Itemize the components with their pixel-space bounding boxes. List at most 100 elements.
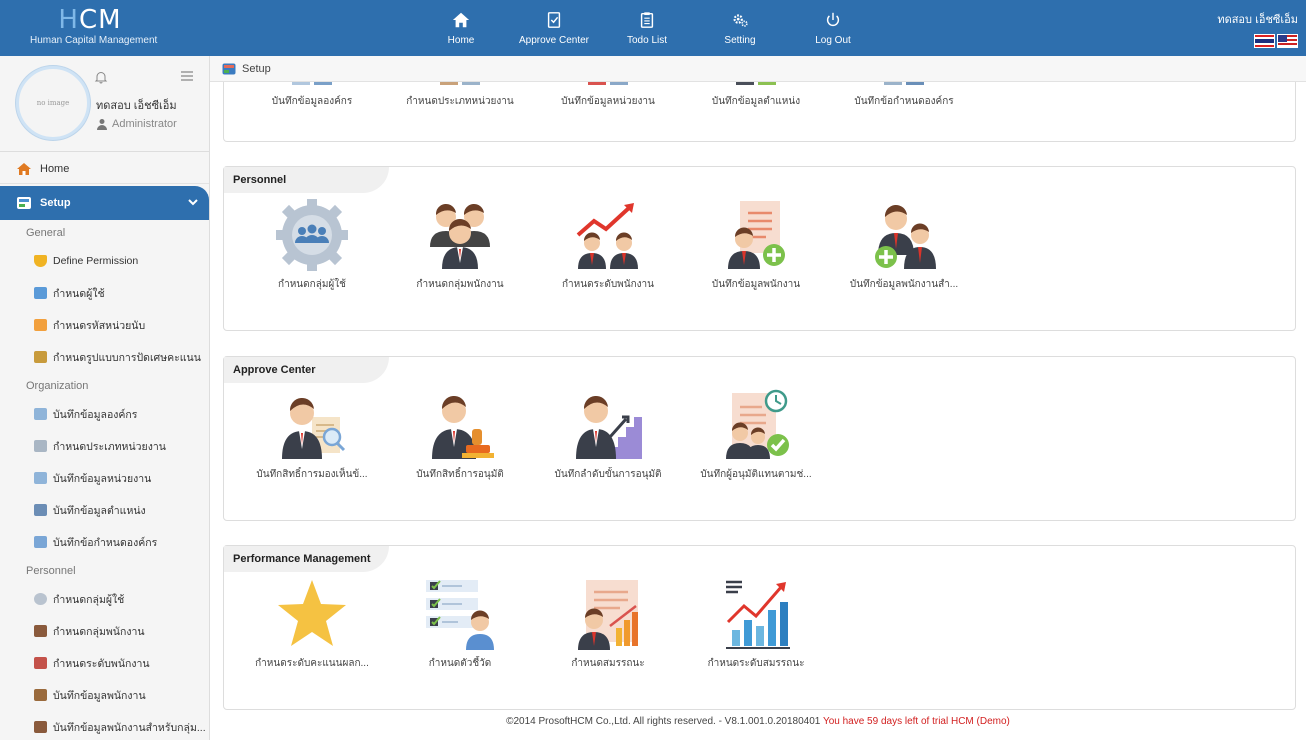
nav-home[interactable]: Home bbox=[430, 0, 492, 56]
sidebar-item-employee-group-info[interactable]: บันทึกข้อมูลพนักงานสำหรับกลุ่ม... bbox=[0, 711, 209, 740]
tile-org-info[interactable]: บันทึกข้อมูลองค์กร bbox=[238, 82, 386, 109]
language-switch bbox=[1217, 34, 1298, 48]
sidebar-item-home[interactable]: Home bbox=[0, 154, 209, 184]
sidebar-item-define-user[interactable]: กำหนดผู้ใช้ bbox=[0, 277, 209, 309]
brand-subtitle: Human Capital Management bbox=[30, 35, 158, 46]
sidebar-group-personnel: Personnel bbox=[26, 565, 76, 577]
sidebar-item-label: บันทึกข้อมูลหน่วยงาน bbox=[53, 472, 152, 485]
nav-log-out-label: Log Out bbox=[815, 34, 851, 46]
brand[interactable]: HCM Human Capital Management bbox=[30, 6, 170, 46]
tile-dept-type[interactable]: กำหนดประเภทหน่วยงาน bbox=[386, 82, 534, 109]
stamp-icon bbox=[432, 395, 494, 459]
tile-competency-level[interactable]: กำหนดระดับสมรรถนะ bbox=[682, 576, 830, 676]
sidebar-item-employee-group[interactable]: กำหนดกลุ่มพนักงาน bbox=[0, 615, 209, 647]
tile-visibility-rights[interactable]: บันทึกสิทธิ์การมองเห็นข้... bbox=[238, 387, 386, 487]
personnel-tiles: กำหนดกลุ่มผู้ใช้ กำหนดกลุ่มพนักงาน กำหนด… bbox=[238, 197, 978, 297]
people-group-icon bbox=[430, 203, 490, 269]
add-employee-icon bbox=[728, 201, 785, 269]
setup-icon bbox=[17, 197, 31, 209]
sidebar-item-rounding[interactable]: กำหนดรูปแบบการปัดเศษคะแนน bbox=[0, 341, 209, 373]
competency-chart-icon bbox=[578, 580, 638, 650]
tile-dept-info[interactable]: บันทึกข้อมูลหน่วยงาน bbox=[534, 82, 682, 109]
sidebar-item-label: กำหนดประเภทหน่วยงาน bbox=[53, 440, 166, 453]
sidebar-item-user-group[interactable]: กำหนดกลุ่มผู้ใช้ bbox=[0, 583, 209, 615]
nav-approve-center[interactable]: Approve Center bbox=[492, 0, 616, 56]
user-menu[interactable]: ทดสอบ เอ็ชซีเอ็ม bbox=[1217, 10, 1298, 48]
sidebar-home-label: Home bbox=[40, 162, 70, 175]
gear-icon bbox=[34, 593, 47, 605]
tile-performance-score[interactable]: กำหนดระดับคะแนนผลก... bbox=[238, 576, 386, 676]
tile-icon-cut bbox=[866, 82, 942, 86]
tile-label: กำหนดระดับคะแนนผลก... bbox=[255, 658, 369, 669]
footer-trial-notice: You have 59 days left of trial HCM (Demo… bbox=[822, 716, 1010, 727]
add-people-icon bbox=[34, 721, 47, 733]
sidebar-item-label: บันทึกข้อมูลตำแหน่ง bbox=[53, 504, 146, 517]
building-icon bbox=[34, 408, 47, 420]
thai-flag-icon[interactable] bbox=[1254, 34, 1275, 48]
building-icon bbox=[34, 472, 47, 484]
tile-employee-level[interactable]: กำหนดระดับพนักงาน bbox=[534, 197, 682, 297]
sidebar-item-org-rules[interactable]: บันทึกข้อกำหนดองค์กร bbox=[0, 526, 209, 558]
sidebar-item-dept-info[interactable]: บันทึกข้อมูลหน่วยงาน bbox=[0, 462, 209, 494]
sidebar-item-unit-code[interactable]: กำหนดรหัสหน่วยนับ bbox=[0, 309, 209, 341]
nav-setting-label: Setting bbox=[724, 34, 756, 46]
nav-log-out[interactable]: Log Out bbox=[802, 0, 864, 56]
home-icon bbox=[17, 162, 31, 175]
performance-tiles: กำหนดระดับคะแนนผลก... กำหนดตัวชี้วัด กำห… bbox=[238, 576, 830, 676]
sidebar-item-employee-level[interactable]: กำหนดระดับพนักงาน bbox=[0, 647, 209, 679]
sidebar-user-name: ทดสอบ เอ็ชซีเอ็ม bbox=[96, 100, 177, 112]
tile-approval-steps[interactable]: บันทึกลำดับขั้นการอนุมัติ bbox=[534, 387, 682, 487]
org-tiles: บันทึกข้อมูลองค์กร กำหนดประเภทหน่วยงาน บ… bbox=[238, 82, 978, 109]
sidebar-group-organization: Organization bbox=[26, 380, 89, 392]
tile-competency[interactable]: กำหนดสมรรถนะ bbox=[534, 576, 682, 676]
sidebar-item-label: กำหนดผู้ใช้ bbox=[53, 287, 105, 300]
tile-icon-cut bbox=[422, 82, 498, 86]
tile-icon-cut bbox=[570, 82, 646, 86]
main-content: Setup บันทึกข้อมูลองค์กร กำหนดประเภทหน่ว… bbox=[210, 56, 1306, 740]
building-icon bbox=[34, 440, 47, 452]
sidebar-item-label: กำหนดระดับพนักงาน bbox=[53, 657, 150, 670]
sidebar-item-org-info[interactable]: บันทึกข้อมูลองค์กร bbox=[0, 398, 209, 430]
us-flag-icon[interactable] bbox=[1277, 34, 1298, 48]
approve-icon bbox=[547, 11, 561, 28]
nav-setting[interactable]: Setting bbox=[678, 0, 802, 56]
tile-approval-rights[interactable]: บันทึกสิทธิ์การอนุมัติ bbox=[386, 387, 534, 487]
tile-substitute-approver[interactable]: บันทึกผู้อนุมัติแทนตามช่... bbox=[682, 387, 830, 487]
stairs-person-icon bbox=[576, 395, 642, 459]
add-employees-icon bbox=[875, 204, 936, 269]
tile-employee-group[interactable]: กำหนดกลุ่มพนักงาน bbox=[386, 197, 534, 297]
sidebar-item-position-info[interactable]: บันทึกข้อมูลตำแหน่ง bbox=[0, 494, 209, 526]
nav-home-label: Home bbox=[447, 34, 475, 46]
chevron-down-icon bbox=[188, 199, 198, 206]
sidebar-item-label: Define Permission bbox=[53, 255, 139, 267]
tile-org-rules[interactable]: บันทึกข้อกำหนดองค์กร bbox=[830, 82, 978, 109]
tile-employee-info[interactable]: บันทึกข้อมูลพนักงาน bbox=[682, 197, 830, 297]
tile-label: บันทึกสิทธิ์การมองเห็นข้... bbox=[256, 469, 368, 480]
tile-kpi[interactable]: กำหนดตัวชี้วัด bbox=[386, 576, 534, 676]
sidebar-item-dept-type[interactable]: กำหนดประเภทหน่วยงาน bbox=[0, 430, 209, 462]
nav-approve-center-label: Approve Center bbox=[518, 34, 590, 46]
nav-todo-list[interactable]: Todo List bbox=[616, 0, 678, 56]
tile-label: กำหนดระดับสมรรถนะ bbox=[707, 658, 805, 669]
sidebar-item-define-permission[interactable]: Define Permission bbox=[0, 245, 209, 277]
tile-label: บันทึกข้อมูลพนักงานสำ... bbox=[849, 279, 959, 290]
tile-label: บันทึกสิทธิ์การอนุมัติ bbox=[416, 469, 504, 480]
sidebar-item-setup[interactable]: Setup bbox=[0, 186, 209, 220]
sidebar-item-employee-info[interactable]: บันทึกข้อมูลพนักงาน bbox=[0, 679, 209, 711]
tile-employee-group-info[interactable]: บันทึกข้อมูลพนักงานสำ... bbox=[830, 197, 978, 297]
avatar-placeholder: no image bbox=[36, 99, 70, 107]
tile-label: บันทึกลำดับขั้นการอนุมัติ bbox=[554, 469, 662, 480]
footer-copyright: ©2014 ProsoftHCM Co.,Ltd. All rights res… bbox=[506, 716, 821, 727]
sidebar-item-label: บันทึกข้อมูลพนักงาน bbox=[53, 689, 146, 702]
tile-position-info[interactable]: บันทึกข้อมูลตำแหน่ง bbox=[682, 82, 830, 109]
hamburger-icon[interactable] bbox=[180, 70, 194, 82]
bell-icon[interactable] bbox=[94, 70, 108, 84]
power-icon bbox=[826, 12, 840, 26]
tile-label: บันทึกผู้อนุมัติแทนตามช่... bbox=[700, 469, 812, 480]
growth-people-icon bbox=[576, 203, 638, 269]
tile-user-group[interactable]: กำหนดกลุ่มผู้ใช้ bbox=[238, 197, 386, 297]
sidebar-user-role: Administrator bbox=[96, 118, 177, 130]
top-bar: HCM Human Capital Management Home Approv… bbox=[0, 0, 1306, 56]
sidebar-setup-label: Setup bbox=[40, 197, 71, 209]
tile-label: กำหนดประเภทหน่วยงาน bbox=[406, 96, 514, 107]
